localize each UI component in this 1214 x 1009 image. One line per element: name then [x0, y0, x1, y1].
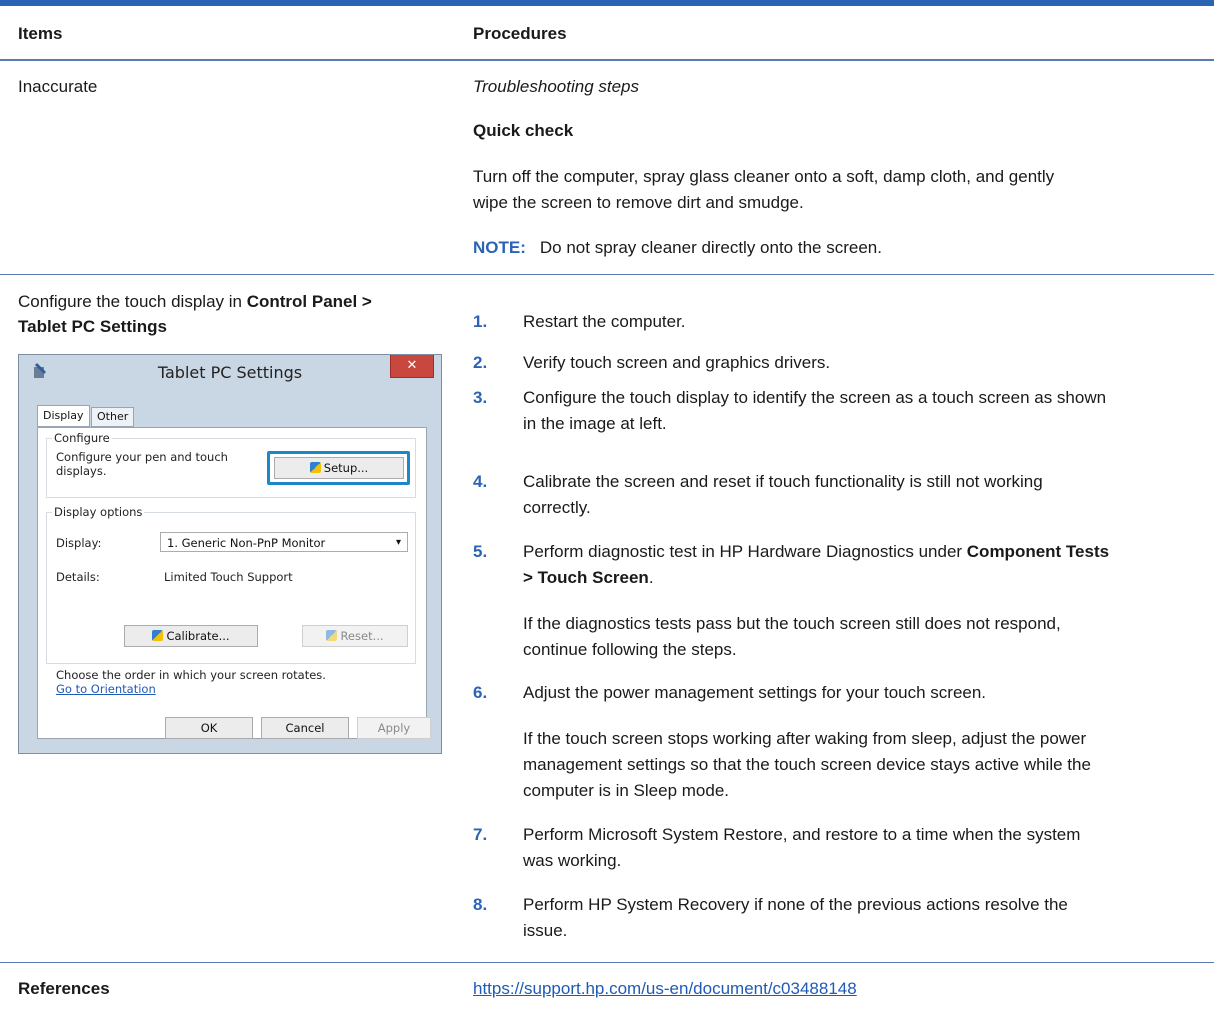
step-8-text-line1: Perform HP System Recovery if none of th… [523, 895, 1068, 914]
reset-button-label: Reset... [340, 629, 384, 643]
step-1-text: Restart the computer. [523, 312, 686, 331]
details-value: Limited Touch Support [164, 570, 293, 584]
rotation-text: Choose the order in which your screen ro… [56, 668, 326, 682]
step-5-period: . [648, 568, 654, 587]
step-6-subtext-line1: If the touch screen stops working after … [523, 729, 1087, 748]
step-4-text-line1: Calibrate the screen and reset if touch … [523, 472, 1043, 491]
reset-button[interactable]: Reset... [302, 625, 408, 647]
tab-display[interactable]: Display [37, 405, 90, 427]
step-5-subtext-line1: If the diagnostics tests pass but the to… [523, 614, 1061, 633]
step-4-text-line2: correctly. [523, 498, 591, 517]
step-8-text-line2: issue. [523, 921, 568, 940]
hp-support-link[interactable]: https://support.hp.com/us-en/document/c0… [473, 979, 857, 998]
dialog-title: Tablet PC Settings [157, 363, 303, 382]
top-accent-bar [0, 0, 1214, 6]
display-label: Display: [56, 536, 102, 550]
step-2-text: Verify touch screen and graphics drivers… [523, 353, 831, 372]
uac-shield-icon [326, 630, 338, 641]
step-number: 6. [473, 683, 488, 702]
step-number: 4. [473, 472, 488, 491]
configure-text-line1: Configure your pen and touch [56, 450, 228, 464]
touch-screen-path: > Touch Screen [523, 568, 649, 587]
details-label: Details: [56, 570, 100, 584]
go-to-orientation-link[interactable]: Go to Orientation [56, 682, 156, 696]
step-7-text-line2: was working. [523, 851, 622, 870]
step-7-text-line1: Perform Microsoft System Restore, and re… [523, 825, 1081, 844]
step-number: 3. [473, 388, 488, 407]
note-text: Do not spray cleaner directly onto the s… [539, 238, 882, 257]
step-number: 8. [473, 895, 488, 914]
step-5-text-line1: Perform diagnostic test in HP Hardware D… [523, 539, 1199, 565]
tab-other[interactable]: Other [91, 407, 135, 427]
ok-button[interactable]: OK [165, 717, 253, 739]
setup-button[interactable]: Setup... [274, 457, 404, 479]
tablet-pc-settings-dialog: Tablet PC Settings ✕ Display Other Confi… [18, 354, 442, 754]
step-3-text-line1: Configure the touch display to identify … [523, 388, 1107, 407]
note: NOTE: Do not spray cleaner directly onto … [473, 235, 882, 261]
configure-touch-text: Configure the touch display in Control P… [18, 289, 372, 315]
troubleshooting-steps-heading: Troubleshooting steps [473, 77, 640, 96]
row-item-inaccurate: Inaccurate [18, 77, 98, 96]
column-header-items: Items [18, 24, 63, 43]
calibrate-button-label: Calibrate... [166, 629, 230, 643]
quick-check-text-line1: Turn off the computer, spray glass clean… [473, 167, 1055, 186]
chevron-down-icon: ▾ [395, 537, 401, 548]
step-6-text: Adjust the power management settings for… [523, 683, 987, 702]
step-6-subtext-line3: computer is in Sleep mode. [523, 781, 729, 800]
column-header-procedures: Procedures [473, 24, 567, 43]
setup-button-label: Setup... [323, 461, 369, 475]
uac-shield-icon [152, 630, 164, 641]
quick-check-text-line2: wipe the screen to remove dirt and smudg… [473, 193, 804, 212]
step-3-text-line2: in the image at left. [523, 414, 667, 433]
header-divider [0, 59, 1214, 61]
row-divider [0, 962, 1214, 963]
display-options-label: Display options [52, 505, 145, 519]
display-tab-pane: Configure Configure your pen and touch d… [37, 427, 427, 739]
note-label: NOTE: [473, 238, 526, 257]
references-link-wrap: https://support.hp.com/us-en/document/c0… [473, 976, 857, 1002]
configure-touch-text-plain: Configure the touch display in [18, 292, 247, 311]
component-tests-path: Component Tests [966, 542, 1110, 561]
calibrate-button[interactable]: Calibrate... [124, 625, 258, 647]
configure-text-line2: displays. [56, 464, 107, 478]
step-6-subtext-line2: management settings so that the touch sc… [523, 755, 1091, 774]
step-5-text-plain: Perform diagnostic test in HP Hardware D… [523, 542, 967, 561]
close-icon[interactable]: ✕ [390, 355, 434, 378]
tablet-pc-settings-path: Tablet PC Settings [18, 317, 167, 336]
apply-button[interactable]: Apply [357, 717, 431, 739]
step-number: 1. [473, 312, 488, 331]
control-panel-path: Control Panel > [246, 292, 372, 311]
quick-check-heading: Quick check [473, 121, 574, 140]
display-select[interactable]: 1. Generic Non-PnP Monitor ▾ [160, 532, 408, 552]
uac-shield-icon [309, 462, 321, 473]
cancel-button[interactable]: Cancel [261, 717, 349, 739]
step-5-subtext-line2: continue following the steps. [523, 640, 737, 659]
row-divider [0, 274, 1214, 275]
configure-group-label: Configure [52, 431, 112, 445]
step-number: 5. [473, 542, 488, 561]
step-number: 2. [473, 353, 488, 372]
step-number: 7. [473, 825, 488, 844]
display-select-value: 1. Generic Non-PnP Monitor [167, 536, 326, 550]
step-5-text-line2: > Touch Screen. [523, 565, 1199, 591]
references-label: References [18, 979, 110, 998]
